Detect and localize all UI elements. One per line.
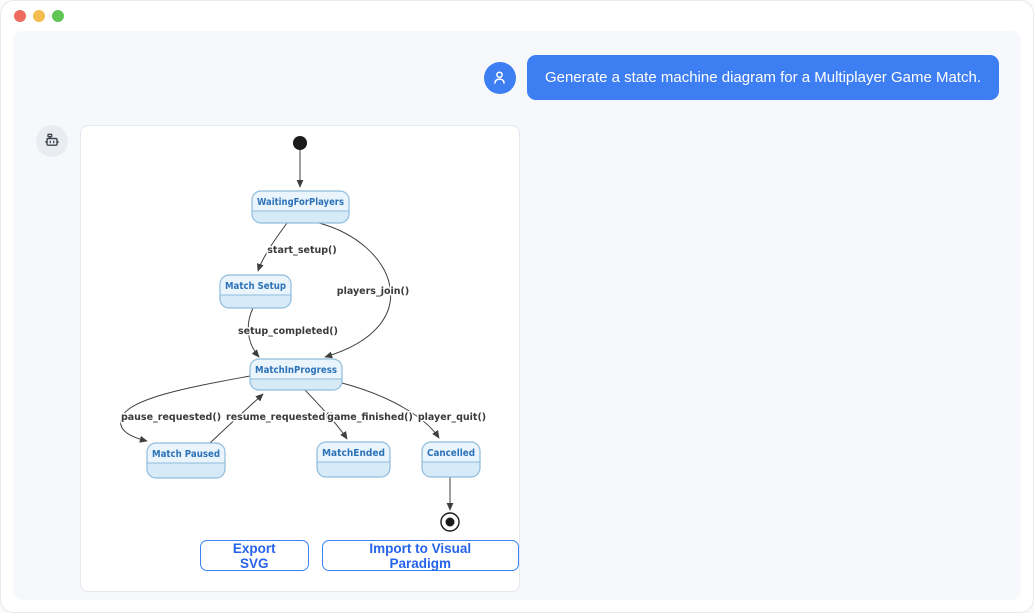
user-message-text: Generate a state machine diagram for a M… — [545, 69, 981, 86]
state-label: MatchInProgress — [255, 365, 337, 376]
state-node-MatchPaused: Match Paused — [147, 443, 225, 478]
person-icon — [490, 68, 509, 87]
initial-state-node — [293, 136, 307, 150]
transition-edge-pause_requested — [121, 376, 250, 441]
state-label: Match Setup — [225, 281, 286, 292]
diagram-actions: Export SVG Import to Visual Paradigm — [81, 540, 519, 571]
transition-label: setup_completed() — [238, 326, 338, 337]
state-node-MatchEnded: MatchEnded — [317, 442, 390, 477]
transition-label: pause_requested() — [121, 412, 221, 423]
state-diagram-svg: WaitingForPlayers Match Setup MatchInProgr… — [81, 126, 521, 536]
robot-icon — [42, 131, 62, 151]
import-visual-paradigm-button[interactable]: Import to Visual Paradigm — [322, 540, 519, 571]
state-node-MatchInProgress: MatchInProgress — [250, 359, 342, 390]
user-message-bubble: Generate a state machine diagram for a M… — [527, 55, 999, 100]
diagram-card: WaitingForPlayers Match Setup MatchInProgr… — [80, 125, 520, 592]
zoom-window-button[interactable] — [52, 10, 64, 22]
minimize-window-button[interactable] — [33, 10, 45, 22]
state-node-WaitingForPlayers: WaitingForPlayers — [252, 191, 349, 223]
app-window: Generate a state machine diagram for a M… — [0, 0, 1034, 613]
close-window-button[interactable] — [14, 10, 26, 22]
transition-label: game_finished() — [327, 412, 413, 423]
state-label: WaitingForPlayers — [257, 197, 344, 208]
final-state-node — [441, 513, 459, 531]
user-message-row: Generate a state machine diagram for a M… — [13, 31, 1021, 100]
state-label: Match Paused — [152, 449, 220, 460]
bot-avatar — [36, 125, 68, 157]
state-node-Cancelled: Cancelled — [422, 442, 480, 477]
transition-label: resume_requested() — [226, 412, 334, 423]
transition-edge-player_quit — [342, 383, 439, 438]
export-svg-button[interactable]: Export SVG — [200, 540, 309, 571]
bot-message-row: WaitingForPlayers Match Setup MatchInProgr… — [36, 125, 1021, 592]
transition-label: player_quit() — [418, 412, 486, 423]
state-label: MatchEnded — [322, 448, 385, 459]
user-avatar — [484, 62, 516, 94]
state-label: Cancelled — [427, 448, 475, 459]
transition-label: players_join() — [337, 286, 409, 297]
transition-label: start_setup() — [267, 245, 336, 256]
chat-content-area: Generate a state machine diagram for a M… — [13, 31, 1021, 600]
window-titlebar — [1, 1, 1033, 31]
state-node-MatchSetup: Match Setup — [220, 275, 291, 308]
